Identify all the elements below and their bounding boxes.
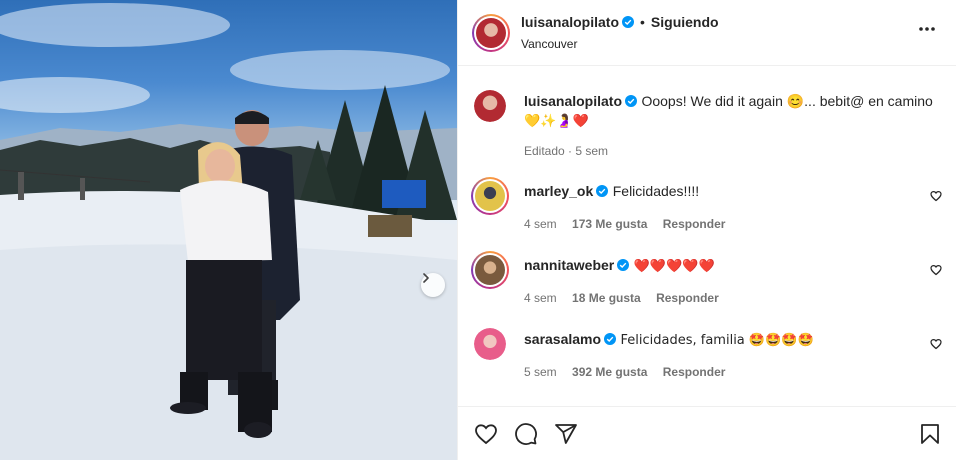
caption-meta: Editado · 5 sem	[524, 144, 609, 158]
post-header: luisanalopilato • Siguiendo Vancouver	[458, 0, 956, 66]
reply-button[interactable]: Responder	[663, 217, 726, 231]
caption-avatar[interactable]	[474, 90, 506, 122]
comment-likes[interactable]: 18 Me gusta	[572, 291, 641, 305]
comment-text: Felicidades, familia 🤩🤩🤩🤩	[620, 333, 814, 348]
comment-time: 5 sem	[524, 365, 557, 379]
chevron-right-icon	[423, 273, 429, 283]
comment-avatar[interactable]	[471, 177, 509, 215]
comment-icon[interactable]	[514, 422, 538, 446]
next-photo-button[interactable]	[421, 273, 445, 297]
caption-emojis: 💛✨🤰❤️	[524, 114, 589, 129]
comment-username[interactable]: marley_ok	[524, 183, 593, 199]
reply-button[interactable]: Responder	[656, 291, 719, 305]
more-icon[interactable]	[918, 26, 936, 32]
comment-avatar[interactable]	[474, 328, 506, 360]
comment-meta: 5 sem 392 Me gusta Responder	[524, 365, 725, 379]
comment-meta: 4 sem 173 Me gusta Responder	[524, 217, 725, 231]
author-avatar[interactable]	[472, 14, 510, 52]
verified-icon	[617, 259, 630, 271]
author-username[interactable]: luisanalopilato	[521, 14, 619, 30]
verified-icon	[596, 185, 609, 197]
verified-icon	[604, 333, 617, 345]
caption-username[interactable]: luisanalopilato	[524, 93, 622, 109]
comment-likes[interactable]: 392 Me gusta	[572, 365, 647, 379]
post-location[interactable]: Vancouver	[521, 37, 577, 51]
heart-icon[interactable]	[930, 338, 942, 350]
heart-icon[interactable]	[474, 422, 498, 446]
post-photo[interactable]	[0, 0, 457, 460]
comment-text: Felicidades!!!!	[612, 183, 700, 199]
caption: luisanalopilato Ooops! We did it again 😊…	[524, 92, 934, 131]
verified-icon	[625, 95, 638, 107]
post-actions	[458, 406, 956, 460]
comment-likes[interactable]: 173 Me gusta	[572, 217, 647, 231]
heart-icon[interactable]	[930, 190, 942, 202]
share-icon[interactable]	[554, 422, 578, 446]
reply-button[interactable]: Responder	[663, 365, 726, 379]
comment-text: ❤️❤️❤️❤️❤️	[633, 259, 715, 274]
separator-dot: •	[640, 14, 645, 30]
post-panel: luisanalopilato • Siguiendo Vancouver luis…	[458, 0, 956, 460]
comment-meta: 4 sem 18 Me gusta Responder	[524, 291, 719, 305]
comment-row: nannitaweber ❤️❤️❤️❤️❤️	[524, 257, 715, 275]
comment-row: sarasalamo Felicidades, familia 🤩🤩🤩🤩	[524, 331, 814, 349]
save-icon[interactable]	[918, 422, 942, 446]
comment-time: 4 sem	[524, 217, 557, 231]
comment-avatar[interactable]	[471, 251, 509, 289]
comment-time: 4 sem	[524, 291, 557, 305]
verified-icon	[622, 16, 635, 28]
caption-text: Ooops! We did it again 😊... bebit@ en ca…	[641, 93, 933, 109]
comment-row: marley_ok Felicidades!!!!	[524, 183, 699, 201]
comment-username[interactable]: nannitaweber	[524, 257, 614, 273]
following-button[interactable]: Siguiendo	[651, 14, 719, 30]
heart-icon[interactable]	[930, 264, 942, 276]
comment-username[interactable]: sarasalamo	[524, 331, 601, 347]
photo-scene	[0, 3, 457, 460]
